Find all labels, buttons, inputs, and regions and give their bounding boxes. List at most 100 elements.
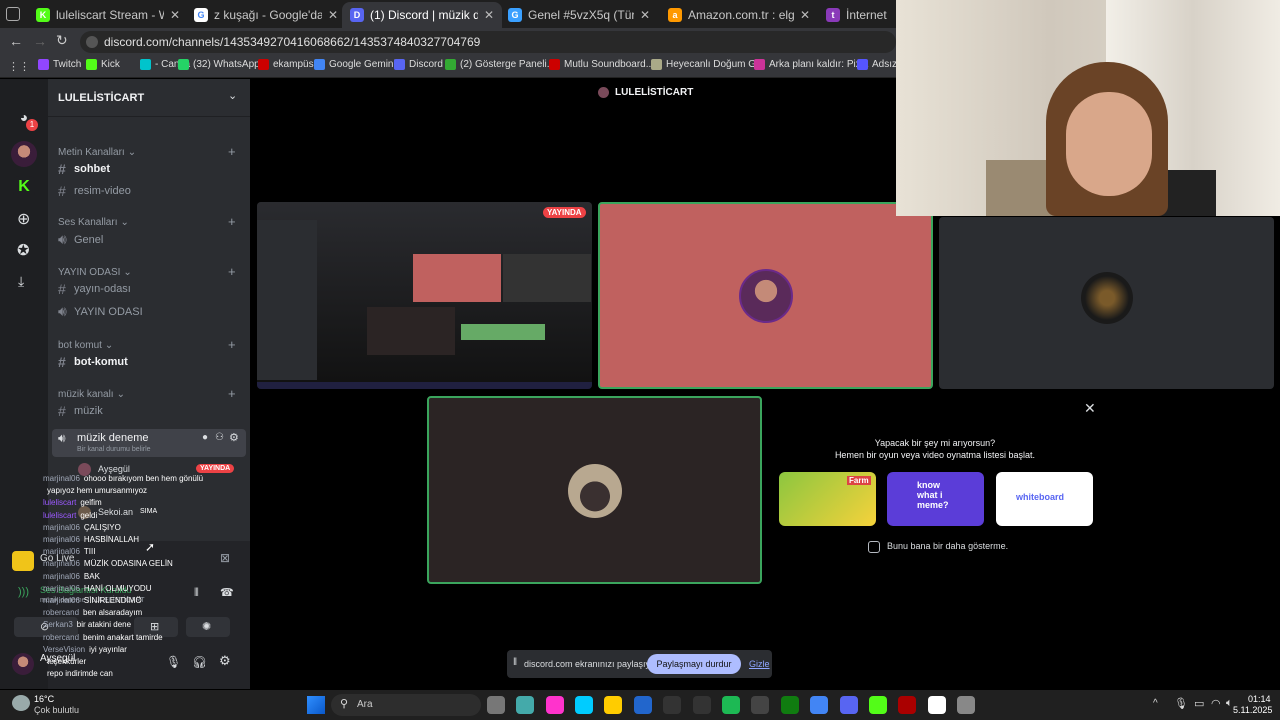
mic-icon[interactable]: 🎙︎	[166, 655, 181, 669]
tab-close-icon[interactable]: ✕	[800, 8, 810, 22]
soundwave-icon[interactable]: ⦀	[194, 587, 199, 600]
dont-show-checkbox[interactable]	[868, 541, 880, 553]
back-icon[interactable]: ←	[9, 33, 23, 49]
bookmark-item[interactable]: Discord	[394, 59, 443, 70]
channel-item[interactable]: # bot-komut	[58, 354, 128, 370]
gear-icon[interactable]: ⚙	[229, 431, 239, 444]
chat-icon[interactable]: ●	[202, 432, 208, 443]
taskbar-app-icon[interactable]	[898, 696, 916, 714]
participant-tile-3[interactable]	[427, 396, 762, 584]
stop-sharing-button[interactable]: Paylaşmayı durdur	[647, 654, 741, 674]
taskbar-app-icon[interactable]	[663, 696, 681, 714]
bookmark-item[interactable]: Twitch	[38, 59, 81, 70]
bookmark-item[interactable]: (32) WhatsApp	[178, 59, 260, 70]
add-server-icon[interactable]: ⊕	[17, 209, 30, 229]
taskbar-app-icon[interactable]	[487, 696, 505, 714]
taskbar-app-icon[interactable]	[575, 696, 593, 714]
invite-icon[interactable]: ⚇	[215, 432, 224, 443]
forward-icon[interactable]: →	[33, 33, 47, 49]
user-avatar[interactable]	[12, 653, 34, 675]
wifi-icon[interactable]: ◠	[1211, 697, 1221, 710]
site-info-icon[interactable]	[86, 36, 98, 48]
taskbar-app-icon[interactable]	[722, 696, 740, 714]
taskbar-app-icon[interactable]	[781, 696, 799, 714]
bookmark-item[interactable]: Heyecanlı Doğum G...	[651, 59, 764, 70]
channel-item[interactable]: # resim-video	[58, 183, 131, 199]
chevron-down-icon[interactable]: ⌄	[228, 89, 237, 102]
download-icon[interactable]: ⤓	[18, 273, 24, 290]
activity-card-meme[interactable]: know what i meme?	[887, 472, 984, 526]
voice-channel-muzik-deneme[interactable]: 🔊︎ müzik deneme Bir kanal durumu belirle…	[52, 429, 246, 457]
tab-close-icon[interactable]: ✕	[328, 8, 338, 22]
bookmark-item[interactable]: Arka planı kaldır: Pix...	[754, 59, 869, 70]
category-header[interactable]: Ses Kanalları ⌄ +	[58, 214, 244, 229]
browser-tab[interactable]: D (1) Discord | müzik deneme ✕	[342, 2, 502, 28]
clock-date[interactable]: 5.11.2025	[1233, 705, 1272, 715]
tab-close-icon[interactable]: ✕	[170, 8, 180, 22]
taskbar-app-icon[interactable]	[604, 696, 622, 714]
add-channel-icon[interactable]: +	[228, 214, 236, 229]
taskbar-app-icon[interactable]	[810, 696, 828, 714]
channel-item[interactable]: # sohbet	[58, 161, 110, 177]
url-field[interactable]: discord.com/channels/1435349270416068662…	[80, 31, 896, 53]
close-icon[interactable]: ✕	[1084, 400, 1096, 417]
weather-temp[interactable]: 16°C	[34, 694, 54, 704]
bookmark-item[interactable]: Mutlu Soundboard...	[549, 59, 654, 70]
tab-list-icon[interactable]	[6, 7, 20, 21]
apps-icon[interactable]: ⋮⋮	[8, 60, 30, 73]
mic-tray-icon[interactable]: 🎙︎	[1174, 697, 1188, 710]
taskbar-app-icon[interactable]	[751, 696, 769, 714]
taskbar-app-icon[interactable]	[693, 696, 711, 714]
tray-chevron-icon[interactable]: ^	[1153, 698, 1158, 709]
hide-link[interactable]: Gizle	[749, 659, 770, 669]
category-header[interactable]: YAYIN ODASI ⌄ +	[58, 264, 244, 279]
tab-close-icon[interactable]: ✕	[484, 8, 494, 22]
taskbar-app-icon[interactable]	[928, 696, 946, 714]
activity-card-whiteboard[interactable]: whiteboard	[996, 472, 1093, 526]
voice-user-sekoian[interactable]: Sekoi.an SIMA	[78, 506, 240, 520]
category-header[interactable]: müzik kanalı ⌄ +	[58, 386, 244, 401]
server-icon-lulelisticart[interactable]	[11, 141, 37, 167]
server-header[interactable]: LULELİSTİCART ⌄	[48, 79, 250, 117]
add-channel-icon[interactable]: +	[228, 144, 236, 159]
taskbar-app-icon[interactable]	[546, 696, 564, 714]
display-tray-icon[interactable]: ▭	[1194, 697, 1204, 710]
taskbar-app-icon[interactable]	[869, 696, 887, 714]
participant-tile-2[interactable]	[939, 217, 1274, 389]
category-header[interactable]: Metin Kanalları ⌄ +	[58, 144, 244, 159]
weather-desc[interactable]: Çok bulutlu	[34, 705, 79, 715]
volume-icon[interactable]: 🔈︎	[1226, 697, 1233, 710]
channel-item[interactable]: # müzik	[58, 403, 103, 419]
channel-item[interactable]: 🔊︎ YAYIN ODASI	[58, 303, 143, 320]
browser-tab[interactable]: a Amazon.com.tr : elgato mikrofon ✕	[660, 2, 818, 28]
channel-item[interactable]: # yayın-odası	[58, 281, 131, 297]
channel-item[interactable]: 🔊︎ Genel	[58, 231, 103, 248]
browser-tab[interactable]: Kluleliscart Stream - Watch Live ✕	[28, 2, 188, 28]
browser-tab[interactable]: G Genel #5vzX5q (Türkçe) - Gartic ✕	[500, 2, 658, 28]
bookmark-item[interactable]: ekampüs	[258, 59, 314, 70]
taskbar-app-icon[interactable]	[957, 696, 975, 714]
add-channel-icon[interactable]: +	[228, 264, 236, 279]
add-channel-icon[interactable]: +	[228, 337, 236, 352]
explore-icon[interactable]: ✪	[17, 241, 30, 259]
category-header[interactable]: bot komut ⌄ +	[58, 337, 244, 352]
taskbar-app-icon[interactable]	[634, 696, 652, 714]
browser-tab[interactable]: t İnternet Hız Testi	[818, 2, 896, 28]
stream-tile[interactable]: YAYINDA	[257, 202, 592, 389]
settings-icon[interactable]: ⚙	[219, 653, 231, 669]
activity-card-farm[interactable]: Farm	[779, 472, 876, 526]
bookmark-item[interactable]: Google Gemini	[314, 59, 396, 70]
soundboard-button[interactable]: ✺	[186, 617, 230, 637]
taskbar-app-icon[interactable]	[516, 696, 534, 714]
discord-home-icon[interactable]: ◕ 1	[12, 105, 38, 131]
taskbar-app-icon[interactable]	[840, 696, 858, 714]
participant-tile-aysegul[interactable]	[598, 202, 933, 389]
reload-icon[interactable]: ↻	[56, 32, 68, 49]
search-box[interactable]: ⚲ Ara	[331, 694, 481, 716]
voice-channel-status[interactable]: Bir kanal durumu belirle	[77, 446, 151, 453]
browser-tab[interactable]: Gz kuşağı - Google'da Ara ✕	[186, 2, 346, 28]
weather-icon[interactable]	[12, 695, 30, 711]
tab-close-icon[interactable]: ✕	[640, 8, 650, 22]
bookmark-item[interactable]: Kick	[86, 59, 120, 70]
golive-icon[interactable]	[12, 551, 34, 571]
